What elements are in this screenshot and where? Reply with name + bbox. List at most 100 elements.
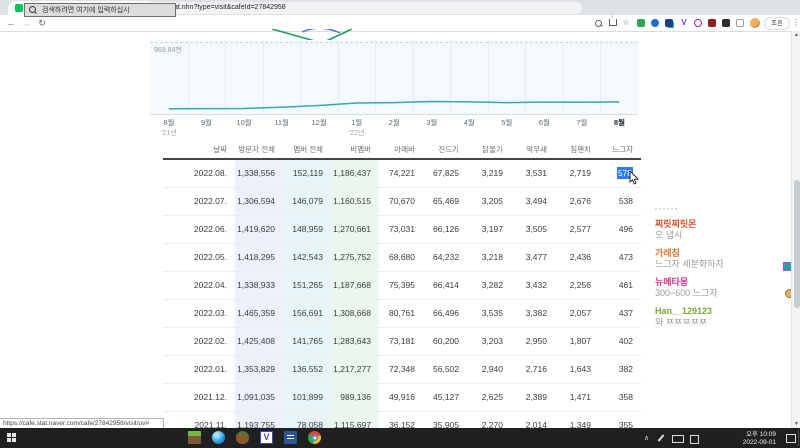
table-cell[interactable]: 2,940	[467, 356, 511, 383]
table-cell[interactable]: 1,217,277	[331, 356, 379, 383]
table-cell[interactable]: 65,469	[423, 188, 467, 215]
table-cell[interactable]: 66,496	[423, 300, 467, 327]
table-cell[interactable]: 2022.07.	[163, 188, 235, 215]
extension-blue-circle-icon[interactable]	[651, 18, 659, 27]
table-cell[interactable]: 2,577	[555, 216, 599, 243]
table-cell[interactable]: 49,916	[379, 384, 423, 411]
table-cell[interactable]: 1,091,035	[235, 384, 283, 411]
table-cell[interactable]: 1,465,359	[235, 300, 283, 327]
table-cell[interactable]: 80,761	[379, 300, 423, 327]
table-cell[interactable]: 2,676	[555, 188, 599, 215]
taskbar-edge-icon[interactable]	[212, 431, 225, 444]
table-cell[interactable]: 141,765	[283, 328, 331, 355]
scrollbar-up-icon[interactable]: ▲	[793, 32, 800, 38]
table-cell[interactable]: 60,200	[423, 328, 467, 355]
table-cell[interactable]: 437	[599, 300, 641, 327]
extension-o-icon[interactable]	[694, 18, 702, 27]
table-cell[interactable]: 382	[599, 356, 641, 383]
table-cell[interactable]: 151,265	[283, 272, 331, 299]
table-cell[interactable]: 73,181	[379, 328, 423, 355]
table-cell[interactable]: 64,232	[423, 244, 467, 271]
table-cell[interactable]: 68,680	[379, 244, 423, 271]
taskbar-v-app-icon[interactable]: V	[260, 431, 273, 444]
table-cell[interactable]: 2022.01.	[163, 356, 235, 383]
table-cell[interactable]: 156,691	[283, 300, 331, 327]
taskbar-search-input[interactable]: 검색하려면 여기에 입력하십시	[24, 2, 176, 17]
tray-ime-icon[interactable]	[690, 434, 699, 444]
table-cell[interactable]: 1,807	[555, 328, 599, 355]
table-cell[interactable]: 1,338,556	[235, 160, 283, 187]
tray-keyboard-icon[interactable]	[672, 435, 684, 443]
table-cell[interactable]: 1,270,661	[331, 216, 379, 243]
table-cell[interactable]: 66,126	[423, 216, 467, 243]
table-cell[interactable]: 3,282	[467, 272, 511, 299]
table-cell[interactable]: 1,306,594	[235, 188, 283, 215]
table-cell[interactable]: 1,643	[555, 356, 599, 383]
taskbar-chrome-icon[interactable]	[308, 431, 321, 444]
table-cell[interactable]: 402	[599, 328, 641, 355]
table-cell[interactable]: 3,477	[511, 244, 555, 271]
table-cell[interactable]: 1,283,643	[331, 328, 379, 355]
tray-clock[interactable]: 오후 10:09 2022-09-01	[714, 431, 776, 447]
table-cell[interactable]: 1,338,933	[235, 272, 283, 299]
table-cell[interactable]: 3,531	[511, 160, 555, 187]
table-cell[interactable]: 2,625	[467, 384, 511, 411]
table-cell[interactable]: 3,535	[467, 300, 511, 327]
table-cell[interactable]: 1,419,620	[235, 216, 283, 243]
zoom-level-icon[interactable]	[595, 20, 602, 27]
table-cell[interactable]: 2,256	[555, 272, 599, 299]
scrollbar-down-icon[interactable]: ▼	[793, 421, 800, 427]
table-cell[interactable]: 2022.05.	[163, 244, 235, 271]
table-cell[interactable]: 3,432	[511, 272, 555, 299]
extensions-puzzle-icon[interactable]	[722, 18, 730, 27]
table-cell[interactable]: 2,950	[511, 328, 555, 355]
table-cell[interactable]: 2021.12.	[163, 384, 235, 411]
page-scrollbar[interactable]: ▲ ▼	[791, 31, 800, 428]
table-cell[interactable]: 2022.04.	[163, 272, 235, 299]
taskbar-game-app-icon[interactable]	[188, 431, 201, 444]
table-cell[interactable]: 1,275,752	[331, 244, 379, 271]
table-cell[interactable]: 3,203	[467, 328, 511, 355]
table-cell[interactable]: 1,160,515	[331, 188, 379, 215]
table-cell[interactable]: 3,197	[467, 216, 511, 243]
table-cell[interactable]: 67,825	[423, 160, 467, 187]
table-cell[interactable]: 74,221	[379, 160, 423, 187]
table-cell[interactable]: 146,079	[283, 188, 331, 215]
table-cell[interactable]: 496	[599, 216, 641, 243]
table-cell[interactable]: 3,382	[511, 300, 555, 327]
scrollbar-thumb[interactable]	[793, 180, 800, 308]
show-desktop-button[interactable]	[798, 430, 799, 446]
table-cell[interactable]: 1,471	[555, 384, 599, 411]
table-cell[interactable]: 152,119	[283, 160, 331, 187]
table-cell[interactable]: 72,348	[379, 356, 423, 383]
table-cell[interactable]: 1,187,668	[331, 272, 379, 299]
table-cell[interactable]: 136,552	[283, 356, 331, 383]
table-cell[interactable]: 73,031	[379, 216, 423, 243]
tray-notification-icon[interactable]	[786, 434, 796, 443]
table-cell[interactable]: 538	[599, 188, 641, 215]
table-cell[interactable]: 2022.03.	[163, 300, 235, 327]
extension-green-icon[interactable]	[637, 18, 645, 27]
table-cell[interactable]: 358	[599, 384, 641, 411]
table-cell[interactable]: 2,716	[511, 356, 555, 383]
table-cell[interactable]: 56,502	[423, 356, 467, 383]
bookmark-star-icon[interactable]: ☆	[621, 17, 631, 29]
table-cell[interactable]: 45,127	[423, 384, 467, 411]
tray-chevron-up-icon[interactable]: ∧	[644, 434, 649, 442]
extension-white-icon[interactable]	[736, 18, 744, 27]
table-cell[interactable]: 75,395	[379, 272, 423, 299]
table-cell[interactable]: 1,353,829	[235, 356, 283, 383]
extension-red-icon[interactable]	[708, 18, 716, 27]
table-cell[interactable]: 142,543	[283, 244, 331, 271]
table-cell[interactable]: 2022.06.	[163, 216, 235, 243]
taskbar-doc-app-icon[interactable]	[284, 431, 297, 444]
table-cell[interactable]: 1,308,668	[331, 300, 379, 327]
table-cell[interactable]: 2022.02.	[163, 328, 235, 355]
table-cell[interactable]: 3,494	[511, 188, 555, 215]
table-cell[interactable]: 148,959	[283, 216, 331, 243]
taskbar-acorn-app-icon[interactable]	[236, 431, 249, 444]
table-cell[interactable]: 461	[599, 272, 641, 299]
table-cell[interactable]: 3,219	[467, 160, 511, 187]
table-cell[interactable]: 101,899	[283, 384, 331, 411]
table-cell[interactable]: 2,057	[555, 300, 599, 327]
